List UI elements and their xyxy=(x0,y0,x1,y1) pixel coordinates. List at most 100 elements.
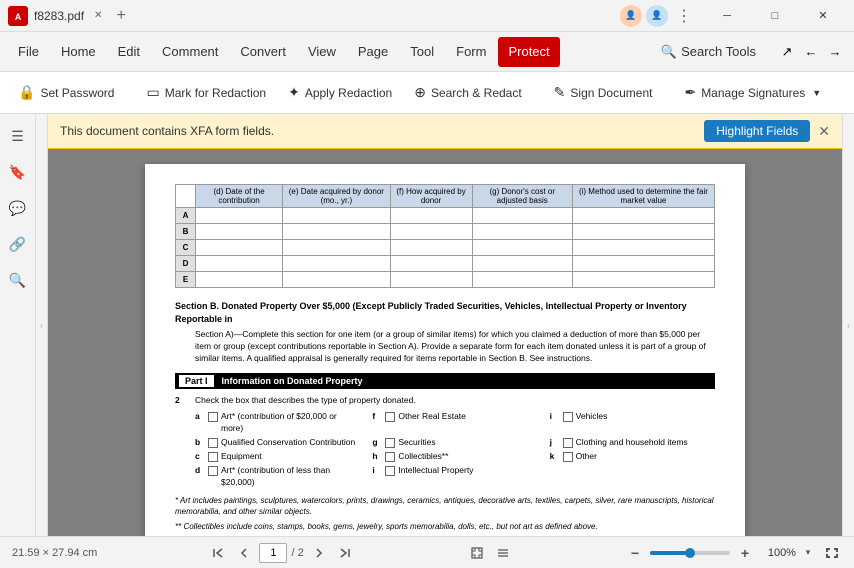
right-panel-handle[interactable]: ‹ xyxy=(842,114,854,536)
menu-bar: File Home Edit Comment Convert View Page… xyxy=(0,32,854,72)
cb-i2[interactable] xyxy=(385,466,395,476)
checkbox-h: h Collectibles** xyxy=(372,451,537,463)
menu-tool[interactable]: Tool xyxy=(400,37,444,67)
window-controls: ─ □ ✕ xyxy=(704,0,846,32)
q2-content: Check the box that describes the type of… xyxy=(195,395,715,488)
apply-redaction-label: Apply Redaction xyxy=(305,86,392,100)
menu-comment[interactable]: Comment xyxy=(152,37,228,67)
cb-c[interactable] xyxy=(208,452,218,462)
profile-icon-2[interactable]: 👤 xyxy=(646,5,668,27)
mark-redaction-btn[interactable]: ▭ Mark for Redaction xyxy=(136,77,276,109)
manage-sig-dropdown-arrow: ▼ xyxy=(812,88,821,98)
menu-view[interactable]: View xyxy=(298,37,346,67)
menu-page[interactable]: Page xyxy=(348,37,398,67)
menu-form[interactable]: Form xyxy=(446,37,496,67)
sidebar-nav-icon[interactable]: ☰ xyxy=(4,122,32,150)
checkbox-i-vehicles: i Vehicles xyxy=(550,411,715,435)
search-icon: 🔍 xyxy=(661,44,677,60)
cb-a[interactable] xyxy=(208,412,218,422)
zoom-in-btn[interactable]: + xyxy=(734,542,756,564)
sidebar-comment-icon[interactable]: 💬 xyxy=(4,194,32,222)
sidebar-link-icon[interactable]: 🔗 xyxy=(4,230,32,258)
external-link-icon[interactable]: ↗ xyxy=(776,41,798,63)
row-d: D xyxy=(176,256,196,272)
apply-redaction-btn[interactable]: ✦ Apply Redaction xyxy=(278,77,402,109)
set-password-label: Set Password xyxy=(40,86,114,100)
checkbox-j: j Clothing and household items xyxy=(550,437,715,449)
set-password-btn[interactable]: 🔒 Set Password xyxy=(8,77,124,109)
bottom-bar: 21.59 × 27.94 cm / 2 − + 100% ▾ xyxy=(0,536,854,568)
zoom-dropdown-btn[interactable]: ▾ xyxy=(800,545,816,561)
cb-i[interactable] xyxy=(563,412,573,422)
search-tools-btn[interactable]: 🔍 Search Tools xyxy=(651,37,766,67)
menu-home[interactable]: Home xyxy=(51,37,106,67)
zoom-slider-fill xyxy=(650,551,690,555)
zoom-slider-thumb[interactable] xyxy=(685,548,695,558)
mark-redaction-label: Mark for Redaction xyxy=(165,86,266,100)
zoom-out-btn[interactable]: − xyxy=(624,542,646,564)
next-page-btn[interactable] xyxy=(308,542,330,564)
checkbox-grid: a Art* (contribution of $20,000 or more)… xyxy=(195,411,715,488)
zoom-slider[interactable] xyxy=(650,551,730,555)
part1-header: Part I Information on Donated Property xyxy=(175,373,715,390)
back-icon[interactable]: ← xyxy=(800,41,822,63)
fit-width-btn[interactable] xyxy=(492,542,514,564)
forward-icon[interactable]: → xyxy=(824,41,846,63)
checkbox-k: k Other xyxy=(550,451,715,463)
cb-f[interactable] xyxy=(385,412,395,422)
menu-convert[interactable]: Convert xyxy=(230,37,296,67)
profile-icon-1[interactable]: 👤 xyxy=(620,5,642,27)
page-tools xyxy=(466,542,514,564)
fit-page-btn[interactable] xyxy=(466,542,488,564)
xfa-banner-close-btn[interactable]: ✕ xyxy=(818,123,830,140)
checkbox-i-ip: i Intellectual Property xyxy=(372,465,537,489)
xfa-banner: This document contains XFA form fields. … xyxy=(48,114,842,149)
cb-h[interactable] xyxy=(385,452,395,462)
mark-icon: ▭ xyxy=(146,84,159,101)
highlight-fields-btn[interactable]: Highlight Fields xyxy=(704,120,810,142)
cb-g[interactable] xyxy=(385,438,395,448)
menu-edit[interactable]: Edit xyxy=(108,37,150,67)
manage-sig-icon: ✒ xyxy=(684,84,696,101)
cb-b[interactable] xyxy=(208,438,218,448)
maximize-btn[interactable]: □ xyxy=(752,0,798,32)
fullscreen-btn[interactable] xyxy=(820,542,842,564)
col-date-header: (d) Date of the contribution xyxy=(200,187,278,205)
new-tab-btn[interactable]: + xyxy=(116,7,125,25)
cb-j[interactable] xyxy=(563,438,573,448)
sign-document-btn[interactable]: ✎ Sign Document xyxy=(544,77,663,109)
checkbox-c: c Equipment xyxy=(195,451,360,463)
close-btn[interactable]: ✕ xyxy=(800,0,846,32)
col-method-header: (i) Method used to determine the fair ma… xyxy=(577,187,710,205)
part1-label: Part I xyxy=(179,375,214,388)
document-scroll[interactable]: (d) Date of the contribution (e) Date ac… xyxy=(48,114,842,536)
bottom-left: 21.59 × 27.94 cm xyxy=(12,547,97,559)
cb-k[interactable] xyxy=(563,452,573,462)
sidebar-search-icon[interactable]: 🔍 xyxy=(4,266,32,294)
xfa-banner-text: This document contains XFA form fields. xyxy=(60,124,704,138)
sidebar-bookmark-icon[interactable]: 🔖 xyxy=(4,158,32,186)
minimize-btn[interactable]: ─ xyxy=(704,0,750,32)
file-name: f8283.pdf xyxy=(34,9,84,23)
menu-file[interactable]: File xyxy=(8,37,49,67)
checkbox-b: b Qualified Conservation Contribution xyxy=(195,437,360,449)
checkbox-a: a Art* (contribution of $20,000 or more) xyxy=(195,411,360,435)
menu-protect[interactable]: Protect xyxy=(498,37,559,67)
cb-d[interactable] xyxy=(208,466,218,476)
document-area: This document contains XFA form fields. … xyxy=(48,114,842,536)
title-bar-left: A f8283.pdf ✕ + xyxy=(8,6,620,26)
first-page-btn[interactable] xyxy=(207,542,229,564)
search-redact-btn[interactable]: ⊕ Search & Redact xyxy=(404,77,531,109)
last-page-btn[interactable] xyxy=(334,542,356,564)
electronic-btn[interactable]: ⚡ Electro... xyxy=(843,77,854,109)
more-options-btn[interactable]: ⋮ xyxy=(676,6,692,26)
question-2: 2 Check the box that describes the type … xyxy=(175,395,715,488)
manage-signatures-btn[interactable]: ✒ Manage Signatures ▼ xyxy=(674,77,831,109)
left-sidebar: ☰ 🔖 💬 🔗 🔍 xyxy=(0,114,36,536)
page-number-input[interactable] xyxy=(259,543,287,563)
row-b: B xyxy=(176,224,196,240)
tab-close-btn[interactable]: ✕ xyxy=(90,8,106,23)
left-panel-handle[interactable]: › xyxy=(36,114,48,536)
prev-page-btn[interactable] xyxy=(233,542,255,564)
zoom-controls: − + 100% ▾ xyxy=(624,542,842,564)
